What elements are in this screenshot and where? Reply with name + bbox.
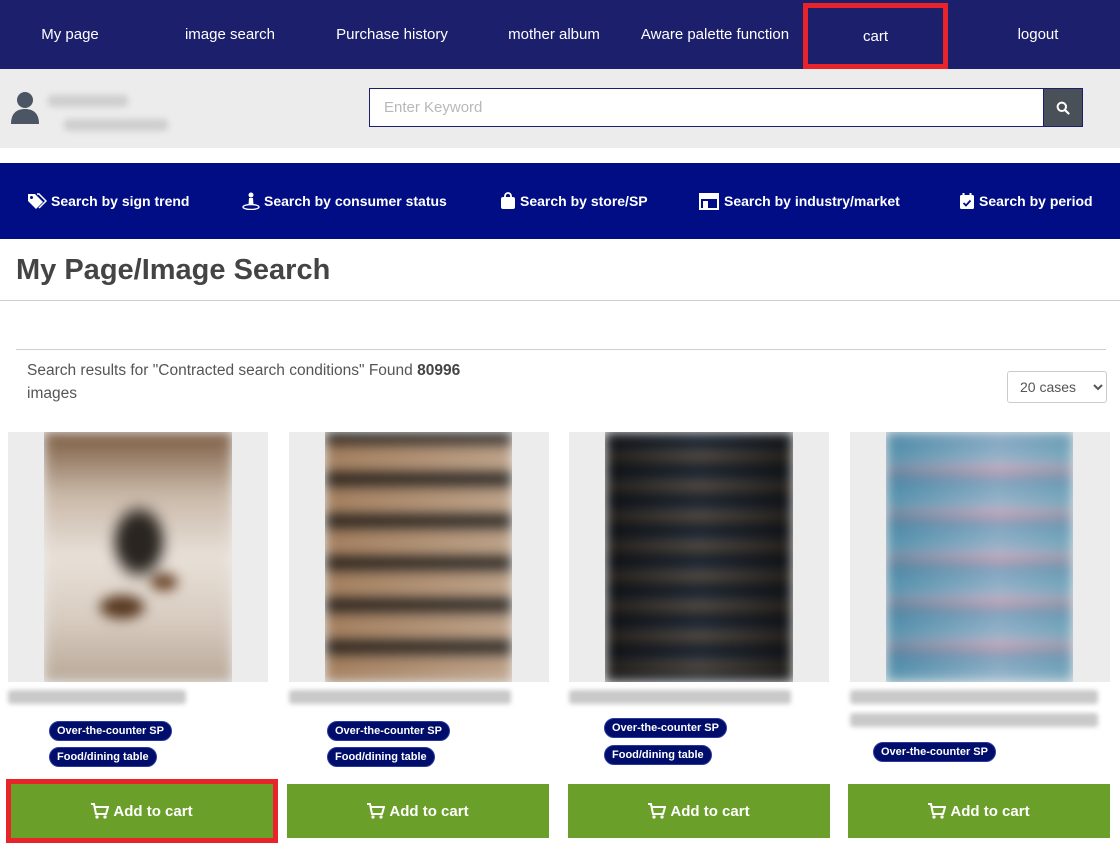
image-card: Over-the-counter SP Food/dining table Ad… bbox=[287, 432, 549, 850]
caption-redacted bbox=[8, 690, 186, 704]
cat-industry-market-label: Search by industry/market bbox=[724, 193, 900, 209]
nav-mother-album[interactable]: mother album bbox=[494, 0, 614, 69]
cart-icon bbox=[928, 803, 947, 819]
image-card: Over-the-counter SP Food/dining table Ad… bbox=[6, 432, 278, 850]
result-thumbnail[interactable] bbox=[886, 432, 1073, 682]
tag-badge[interactable]: Over-the-counter SP bbox=[873, 742, 996, 762]
cat-store-sp[interactable]: Search by store/SP bbox=[500, 163, 648, 239]
tag-label: Over-the-counter SP bbox=[335, 725, 442, 737]
tag-badge[interactable]: Over-the-counter SP bbox=[327, 721, 450, 741]
cart-icon bbox=[367, 803, 386, 819]
cat-consumer-status-label: Search by consumer status bbox=[264, 193, 447, 209]
nav-image-search[interactable]: image search bbox=[170, 0, 290, 69]
nav-my-page-label: My page bbox=[41, 26, 99, 43]
image-card: Over-the-counter SP Food/dining table Ad… bbox=[568, 432, 830, 850]
tag-badge[interactable]: Over-the-counter SP bbox=[49, 721, 172, 741]
cat-store-sp-label: Search by store/SP bbox=[520, 193, 648, 209]
page-title: My Page/Image Search bbox=[16, 254, 331, 286]
cart-icon bbox=[648, 803, 667, 819]
add-to-cart-label: Add to cart bbox=[389, 802, 469, 820]
nav-logout-label: logout bbox=[1017, 26, 1059, 43]
image-card: Over-the-counter SP Add to cart bbox=[848, 432, 1110, 850]
results-summary: Search results for "Contracted search co… bbox=[27, 359, 527, 405]
user-search-bar bbox=[0, 69, 1120, 148]
tag-label: Food/dining table bbox=[335, 751, 427, 763]
caption-redacted-line2 bbox=[850, 713, 1098, 727]
nav-purchase-history[interactable]: Purchase history bbox=[322, 0, 462, 69]
add-to-cart-button[interactable]: Add to cart bbox=[287, 784, 549, 838]
tag-badge[interactable]: Over-the-counter SP bbox=[604, 718, 727, 738]
results-suffix: images bbox=[27, 385, 77, 402]
tag-label: Over-the-counter SP bbox=[57, 725, 164, 737]
title-divider bbox=[0, 300, 1120, 301]
results-count: 80996 bbox=[417, 362, 461, 379]
results-prefix: Search results for "Contracted search co… bbox=[27, 362, 418, 379]
nav-image-search-label: image search bbox=[184, 26, 276, 43]
cat-industry-market[interactable]: Search by industry/market bbox=[698, 163, 900, 239]
nav-mother-album-label: mother album bbox=[508, 26, 600, 43]
cat-consumer-status[interactable]: Search by consumer status bbox=[242, 163, 447, 239]
caption-redacted bbox=[289, 690, 511, 704]
cat-sign-trend-label: Search by sign trend bbox=[51, 193, 190, 209]
tag-badge[interactable]: Food/dining table bbox=[327, 747, 435, 767]
tag-label: Over-the-counter SP bbox=[612, 722, 719, 734]
cat-period[interactable]: Search by period bbox=[959, 163, 1093, 239]
top-navigation: My page image search Purchase history mo… bbox=[0, 0, 1120, 69]
user-icon bbox=[11, 92, 39, 124]
user-company-redacted bbox=[64, 119, 168, 131]
tag-icon bbox=[28, 193, 47, 209]
tag-label: Food/dining table bbox=[57, 751, 149, 763]
tag-badge[interactable]: Food/dining table bbox=[604, 745, 712, 765]
add-to-cart-button[interactable]: Add to cart bbox=[568, 784, 830, 838]
search-input[interactable] bbox=[369, 88, 1044, 127]
tag-badge[interactable]: Food/dining table bbox=[49, 747, 157, 767]
results-divider bbox=[16, 349, 1106, 350]
add-to-cart-label: Add to cart bbox=[950, 802, 1030, 820]
nav-logout[interactable]: logout bbox=[990, 0, 1086, 69]
search-icon bbox=[1056, 101, 1070, 115]
add-to-cart-label: Add to cart bbox=[670, 802, 750, 820]
nav-aware-palette-label: Aware palette function bbox=[640, 26, 790, 43]
store-icon bbox=[699, 193, 719, 210]
search-button[interactable] bbox=[1043, 88, 1083, 127]
cart-icon bbox=[91, 803, 110, 819]
nav-cart-label: cart bbox=[862, 27, 888, 45]
result-thumbnail[interactable] bbox=[325, 432, 512, 682]
calendar-icon bbox=[960, 193, 974, 209]
add-to-cart-button[interactable]: Add to cart bbox=[6, 779, 278, 843]
tag-label: Food/dining table bbox=[612, 749, 704, 761]
user-name-redacted bbox=[48, 95, 128, 107]
per-page-select[interactable]: 20 cases bbox=[1007, 371, 1107, 403]
cat-sign-trend[interactable]: Search by sign trend bbox=[27, 163, 189, 239]
add-to-cart-button[interactable]: Add to cart bbox=[848, 784, 1110, 838]
bag-icon bbox=[501, 192, 515, 209]
add-to-cart-label: Add to cart bbox=[113, 802, 193, 820]
nav-purchase-history-label: Purchase history bbox=[336, 26, 448, 43]
result-thumbnail[interactable] bbox=[605, 432, 793, 682]
cat-period-label: Search by period bbox=[979, 193, 1093, 209]
result-thumbnail[interactable] bbox=[44, 432, 232, 682]
nav-my-page[interactable]: My page bbox=[20, 0, 120, 69]
category-navigation: Search by sign trend Search by consumer … bbox=[0, 163, 1120, 239]
caption-redacted bbox=[569, 690, 791, 704]
nav-cart[interactable]: cart bbox=[803, 3, 948, 69]
tag-label: Over-the-counter SP bbox=[881, 746, 988, 758]
nav-aware-palette[interactable]: Aware palette function bbox=[630, 0, 800, 69]
caption-redacted bbox=[850, 690, 1098, 704]
person-icon bbox=[242, 192, 260, 210]
